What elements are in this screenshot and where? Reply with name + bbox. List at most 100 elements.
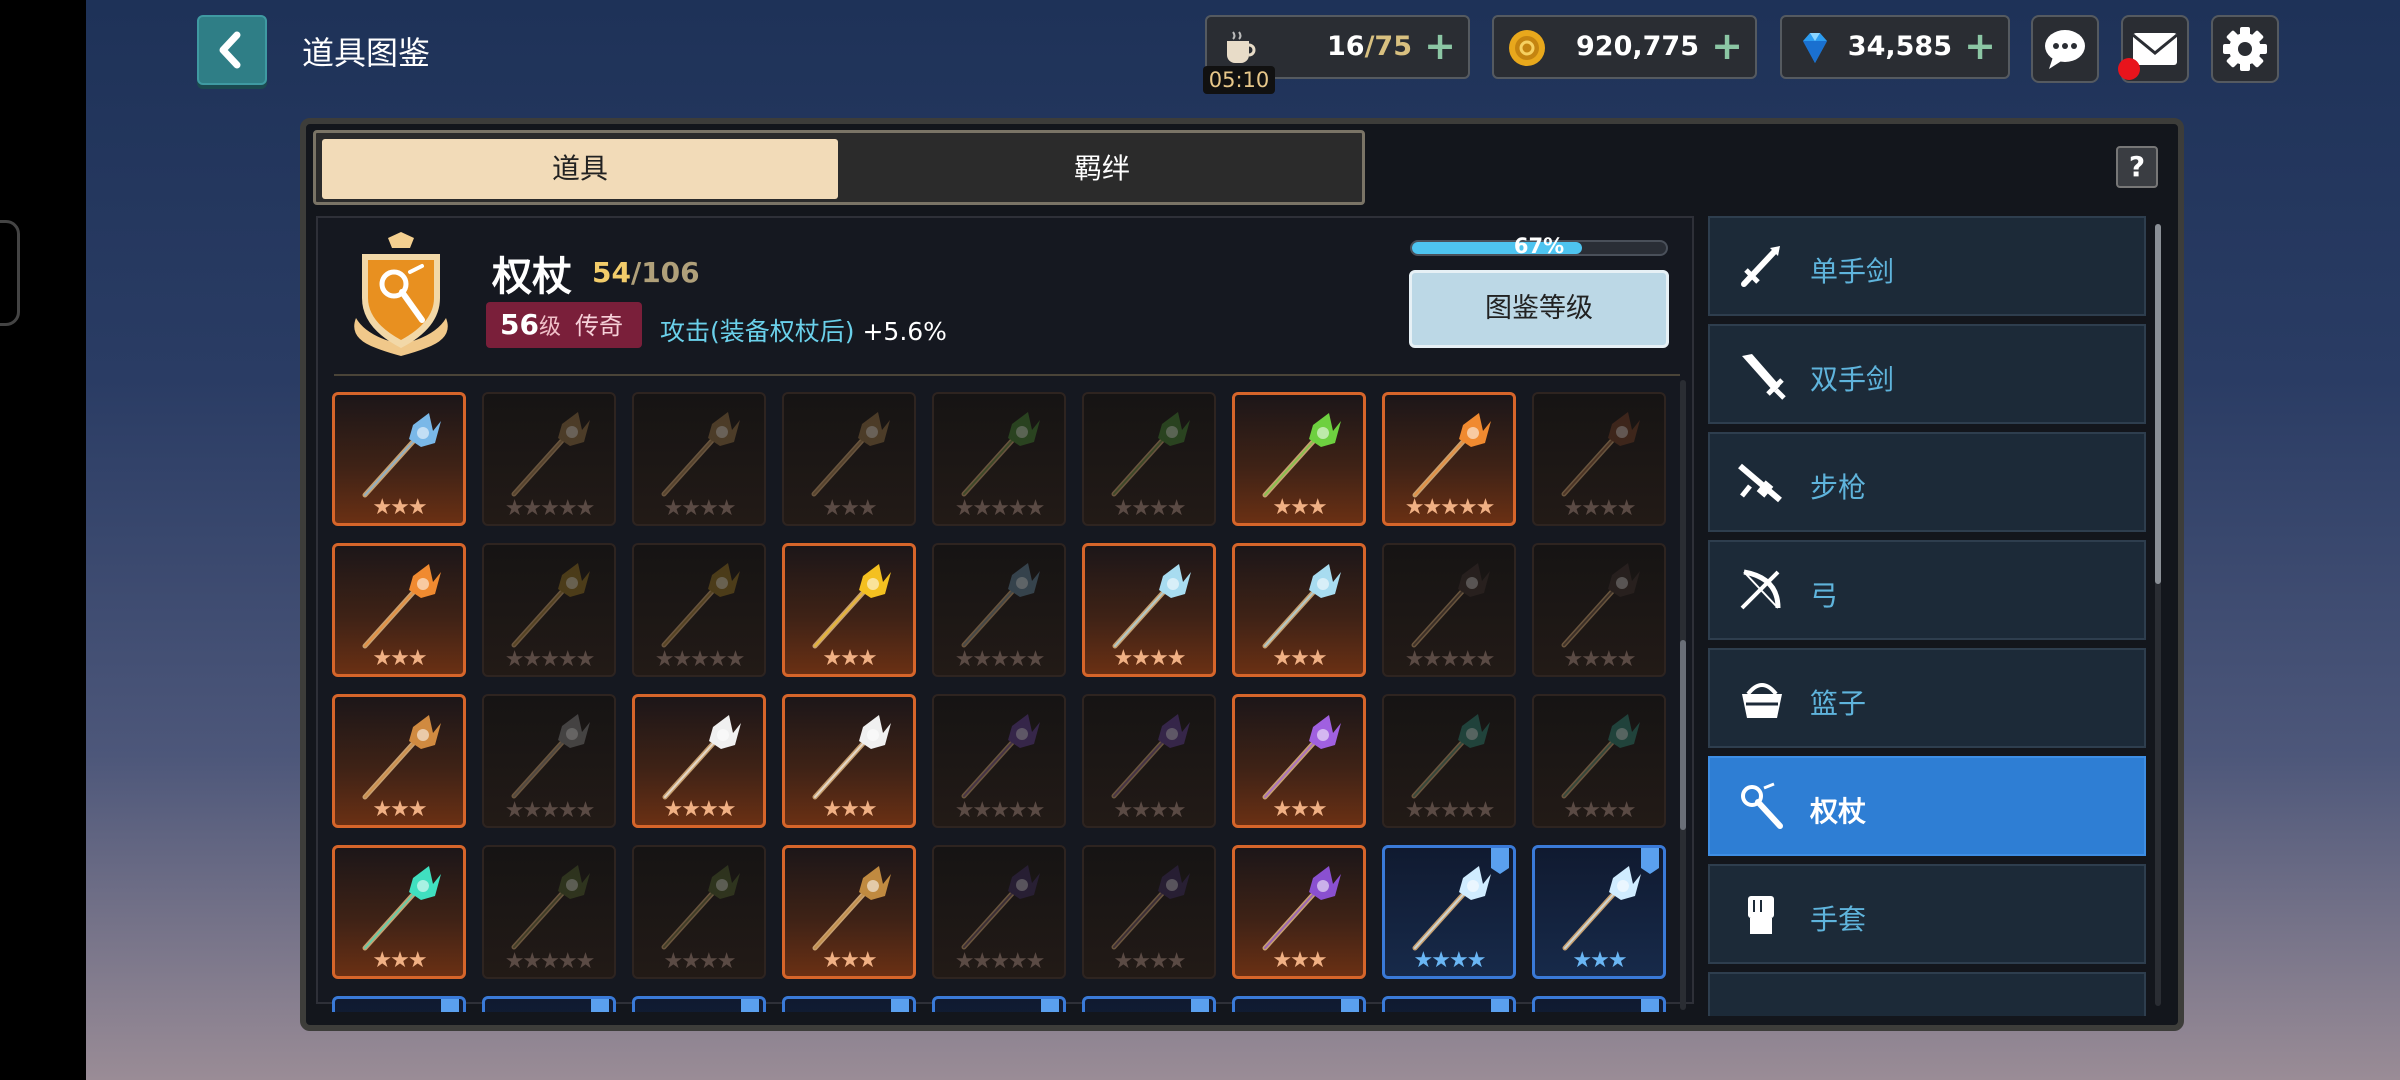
scepter-icon <box>1111 412 1190 497</box>
weapon-slot[interactable]: ★★★★★ <box>932 694 1066 828</box>
weapon-slot[interactable] <box>332 996 466 1012</box>
star-rating: ★★★ <box>1272 797 1327 822</box>
weapon-slot[interactable] <box>1382 996 1516 1012</box>
weapon-slot[interactable]: ★★★★ <box>1532 543 1666 677</box>
star-rating: ★★★★★ <box>504 949 596 974</box>
weapon-slot[interactable]: ★★★★ <box>1082 392 1216 526</box>
tab-items[interactable]: 道具 <box>322 139 838 199</box>
weapon-slot[interactable]: ★★★ <box>782 694 916 828</box>
weapon-slot[interactable]: ★★★★★ <box>1382 694 1516 828</box>
weapon-slot[interactable] <box>632 996 766 1012</box>
weapon-slot[interactable] <box>1232 996 1366 1012</box>
category-item[interactable] <box>1708 972 2146 1016</box>
gem-counter[interactable]: 34,585 + <box>1780 15 2010 79</box>
scepter-icon <box>1561 412 1640 497</box>
collection-level-button[interactable]: 图鉴等级 <box>1409 270 1669 348</box>
weapon-slot[interactable]: ★★★ <box>1532 845 1666 979</box>
scepter-icon <box>961 865 1040 950</box>
category-list-scrollbar[interactable] <box>2155 224 2161 1006</box>
weapon-slot[interactable]: ★★★★★ <box>932 543 1066 677</box>
category-item[interactable]: 双手剑 <box>1708 324 2146 424</box>
weapon-slot[interactable]: ★★★★★ <box>932 845 1066 979</box>
weapon-slot[interactable]: ★★★★★ <box>632 543 766 677</box>
weapon-slot[interactable] <box>1082 996 1216 1012</box>
scepter-icon <box>812 715 891 800</box>
scepter-icon <box>362 413 441 498</box>
chat-bubble-icon <box>2045 30 2085 69</box>
header-divider <box>334 374 1680 376</box>
scepter-icon <box>343 1007 455 1012</box>
add-stamina-button[interactable]: + <box>1424 26 1456 66</box>
weapon-slot[interactable]: ★★★★ <box>632 392 766 526</box>
scepter-icon <box>812 564 891 649</box>
bookmark-icon <box>591 999 609 1012</box>
scroll-thumb[interactable] <box>2155 224 2161 584</box>
category-label: 篮子 <box>1810 687 1867 720</box>
star-rating: ★★★ <box>372 948 427 973</box>
scepter-icon <box>493 1007 605 1012</box>
weapon-slot[interactable]: ★★★★ <box>1082 543 1216 677</box>
category-item[interactable]: 篮子 <box>1708 648 2146 748</box>
weapon-slot[interactable]: ★★★★★ <box>1382 392 1516 526</box>
weapon-slot[interactable]: ★★★★ <box>1382 845 1516 979</box>
bonus-value: +5.6% <box>862 317 947 346</box>
weapon-slot[interactable]: ★★★★★ <box>482 845 616 979</box>
weapon-slot[interactable]: ★★★★★ <box>932 392 1066 526</box>
add-gold-button[interactable]: + <box>1711 26 1743 66</box>
gold-counter[interactable]: 920,775 + <box>1492 15 1757 79</box>
scepter-icon <box>943 1007 1055 1012</box>
settings-button[interactable] <box>2211 15 2279 83</box>
scepter-icon <box>1412 413 1491 498</box>
scepter-icon <box>643 1007 755 1012</box>
weapon-slot[interactable] <box>1532 996 1666 1012</box>
weapon-slot[interactable]: ★★★ <box>782 845 916 979</box>
scepter-icon <box>1741 782 1783 829</box>
weapon-slot[interactable]: ★★★ <box>782 392 916 526</box>
weapon-slot[interactable] <box>782 996 916 1012</box>
scepter-icon <box>961 714 1040 799</box>
add-gems-button[interactable]: + <box>1964 26 1996 66</box>
help-button[interactable]: ? <box>2116 146 2158 188</box>
page-title: 道具图鉴 <box>302 34 431 72</box>
weapon-slot[interactable]: ★★★★★ <box>1382 543 1516 677</box>
category-item[interactable]: 单手剑 <box>1708 216 2146 316</box>
weapon-slot[interactable]: ★★★ <box>782 543 916 677</box>
weapon-slot[interactable]: ★★★★★ <box>482 543 616 677</box>
weapon-slot[interactable]: ★★★ <box>332 392 466 526</box>
chat-button[interactable] <box>2031 15 2099 83</box>
scepter-icon <box>662 715 741 800</box>
item-grid-scrollbar[interactable] <box>1680 380 1686 1010</box>
weapon-slot[interactable] <box>932 996 1066 1012</box>
bookmark-icon <box>1641 848 1659 874</box>
weapon-slot[interactable]: ★★★★ <box>1082 694 1216 828</box>
rifle-icon <box>1738 463 1782 503</box>
weapon-slot[interactable]: ★★★★ <box>632 694 766 828</box>
weapon-slot[interactable]: ★★★ <box>332 845 466 979</box>
weapon-slot[interactable] <box>482 996 616 1012</box>
weapon-slot[interactable]: ★★★ <box>1232 845 1366 979</box>
tab-bonds[interactable]: 羁绊 <box>844 139 1360 199</box>
weapon-slot[interactable]: ★★★★ <box>1532 392 1666 526</box>
weapon-slot[interactable]: ★★★ <box>332 694 466 828</box>
weapon-slot[interactable]: ★★★ <box>1232 694 1366 828</box>
scroll-thumb[interactable] <box>1680 640 1686 830</box>
scepter-icon <box>1243 1007 1355 1012</box>
weapon-slot[interactable]: ★★★ <box>1232 392 1366 526</box>
category-item[interactable]: 弓 <box>1708 540 2146 640</box>
item-grid: ★★★ ★★★★★ ★★★★ ★★★ ★★★★★ ★★★★ ★★★ ★★★★★ ★★★★ ★★★ ★… <box>332 392 1672 1012</box>
category-item[interactable]: 权杖 <box>1708 756 2146 856</box>
star-rating: ★★★★★ <box>1404 798 1496 823</box>
bookmark-icon <box>891 999 909 1012</box>
category-item[interactable]: 手套 <box>1708 864 2146 964</box>
weapon-slot[interactable]: ★★★★★ <box>482 694 616 828</box>
weapon-slot[interactable]: ★★★★★ <box>482 392 616 526</box>
weapon-slot[interactable]: ★★★★ <box>1532 694 1666 828</box>
scepter-icon <box>811 412 890 497</box>
weapon-slot[interactable]: ★★★ <box>1232 543 1366 677</box>
star-rating: ★★★★★ <box>954 949 1046 974</box>
weapon-slot[interactable]: ★★★★ <box>632 845 766 979</box>
back-button[interactable] <box>197 15 267 85</box>
weapon-slot[interactable]: ★★★★ <box>1082 845 1216 979</box>
weapon-slot[interactable]: ★★★ <box>332 543 466 677</box>
category-item[interactable]: 步枪 <box>1708 432 2146 532</box>
